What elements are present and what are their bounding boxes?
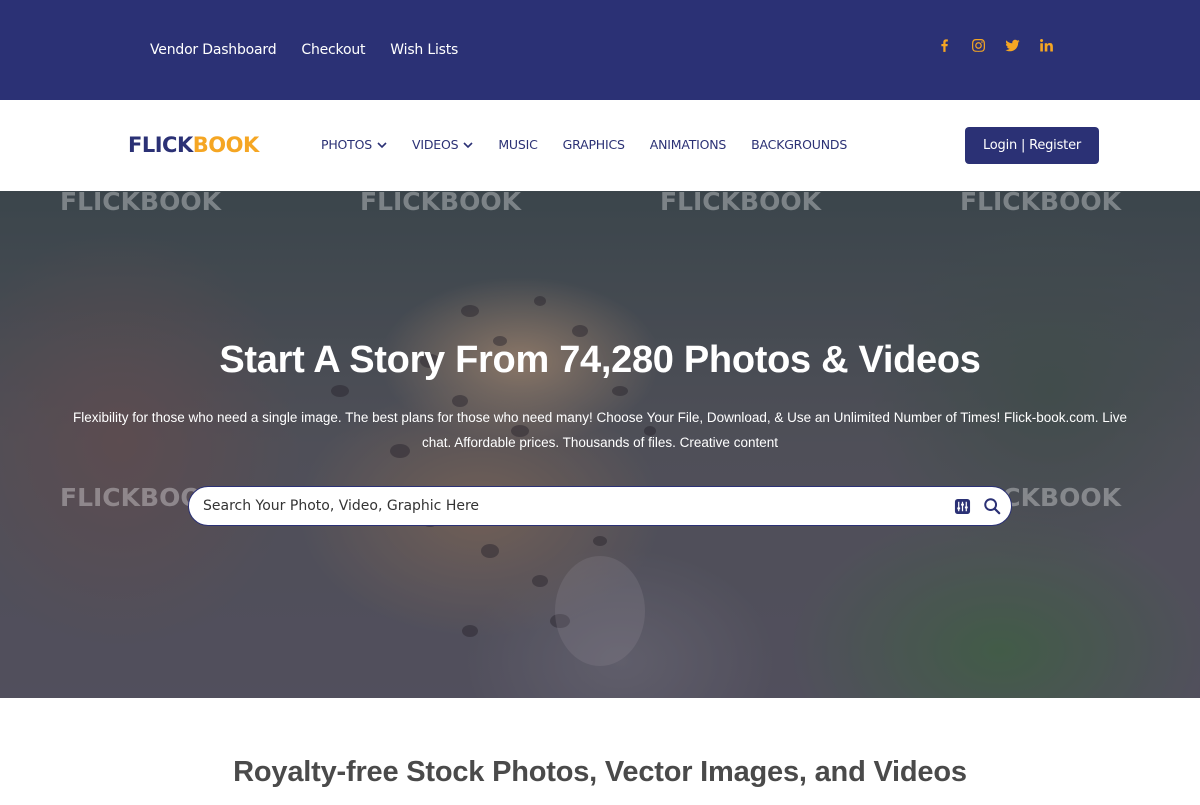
nav-item-music[interactable]: MUSIC — [498, 137, 537, 152]
watermark-text: FLICKBOOK — [660, 191, 821, 216]
search-bar — [188, 486, 1012, 526]
social-links — [936, 37, 1055, 54]
nav-menu: PHOTOS VIDEOS MUSIC GRAPHICS ANIMATIONS … — [321, 137, 847, 152]
nav-item-backgrounds[interactable]: BACKGROUNDS — [751, 137, 847, 152]
chevron-down-icon — [377, 141, 387, 148]
hero-title: Start A Story From 74,280 Photos & Video… — [219, 339, 981, 381]
wish-lists-link[interactable]: Wish Lists — [390, 42, 458, 58]
hero-subtitle: Flexibility for those who need a single … — [72, 410, 1128, 450]
nav-item-label: BACKGROUNDS — [751, 137, 848, 152]
top-bar: Vendor Dashboard Checkout Wish Lists — [0, 0, 1200, 100]
watermark-text: FLICKBOOK — [960, 191, 1121, 216]
search-icon[interactable] — [983, 497, 1001, 515]
nav-item-label: ANIMATIONS — [649, 137, 727, 152]
instagram-icon[interactable] — [970, 37, 987, 54]
watermark-text: FLICKBOOK — [360, 191, 521, 216]
facebook-icon[interactable] — [936, 37, 953, 54]
checkout-link[interactable]: Checkout — [301, 42, 365, 58]
filter-icon[interactable] — [954, 498, 971, 515]
twitter-icon[interactable] — [1004, 37, 1021, 54]
linkedin-icon[interactable] — [1038, 37, 1055, 54]
section-heading: Royalty-free Stock Photos, Vector Images… — [233, 756, 967, 788]
watermark-text: FLICKBOOK — [60, 191, 221, 216]
nav-item-animations[interactable]: ANIMATIONS — [649, 137, 727, 152]
logo-part-flick: FLICK — [128, 133, 193, 157]
login-register-button[interactable]: Login | Register — [965, 127, 1099, 164]
nav-item-photos[interactable]: PHOTOS — [321, 137, 387, 152]
nav-item-videos[interactable]: VIDEOS — [412, 137, 473, 152]
search-input[interactable] — [203, 495, 903, 517]
nav-item-label: MUSIC — [498, 137, 538, 152]
hero-banner: FLICKBOOK FLICKBOOK FLICKBOOK FLICKBOOK … — [0, 191, 1200, 698]
nav-item-graphics[interactable]: GRAPHICS — [563, 137, 625, 152]
top-links: Vendor Dashboard Checkout Wish Lists — [150, 42, 458, 58]
nav-item-label: PHOTOS — [321, 137, 372, 152]
nav-item-label: GRAPHICS — [562, 137, 625, 152]
logo-part-book: BOOK — [192, 133, 259, 157]
nav-item-label: VIDEOS — [412, 137, 459, 152]
chevron-down-icon — [463, 141, 473, 148]
vendor-dashboard-link[interactable]: Vendor Dashboard — [150, 42, 277, 58]
logo[interactable]: FLICKBOOK — [128, 133, 259, 157]
